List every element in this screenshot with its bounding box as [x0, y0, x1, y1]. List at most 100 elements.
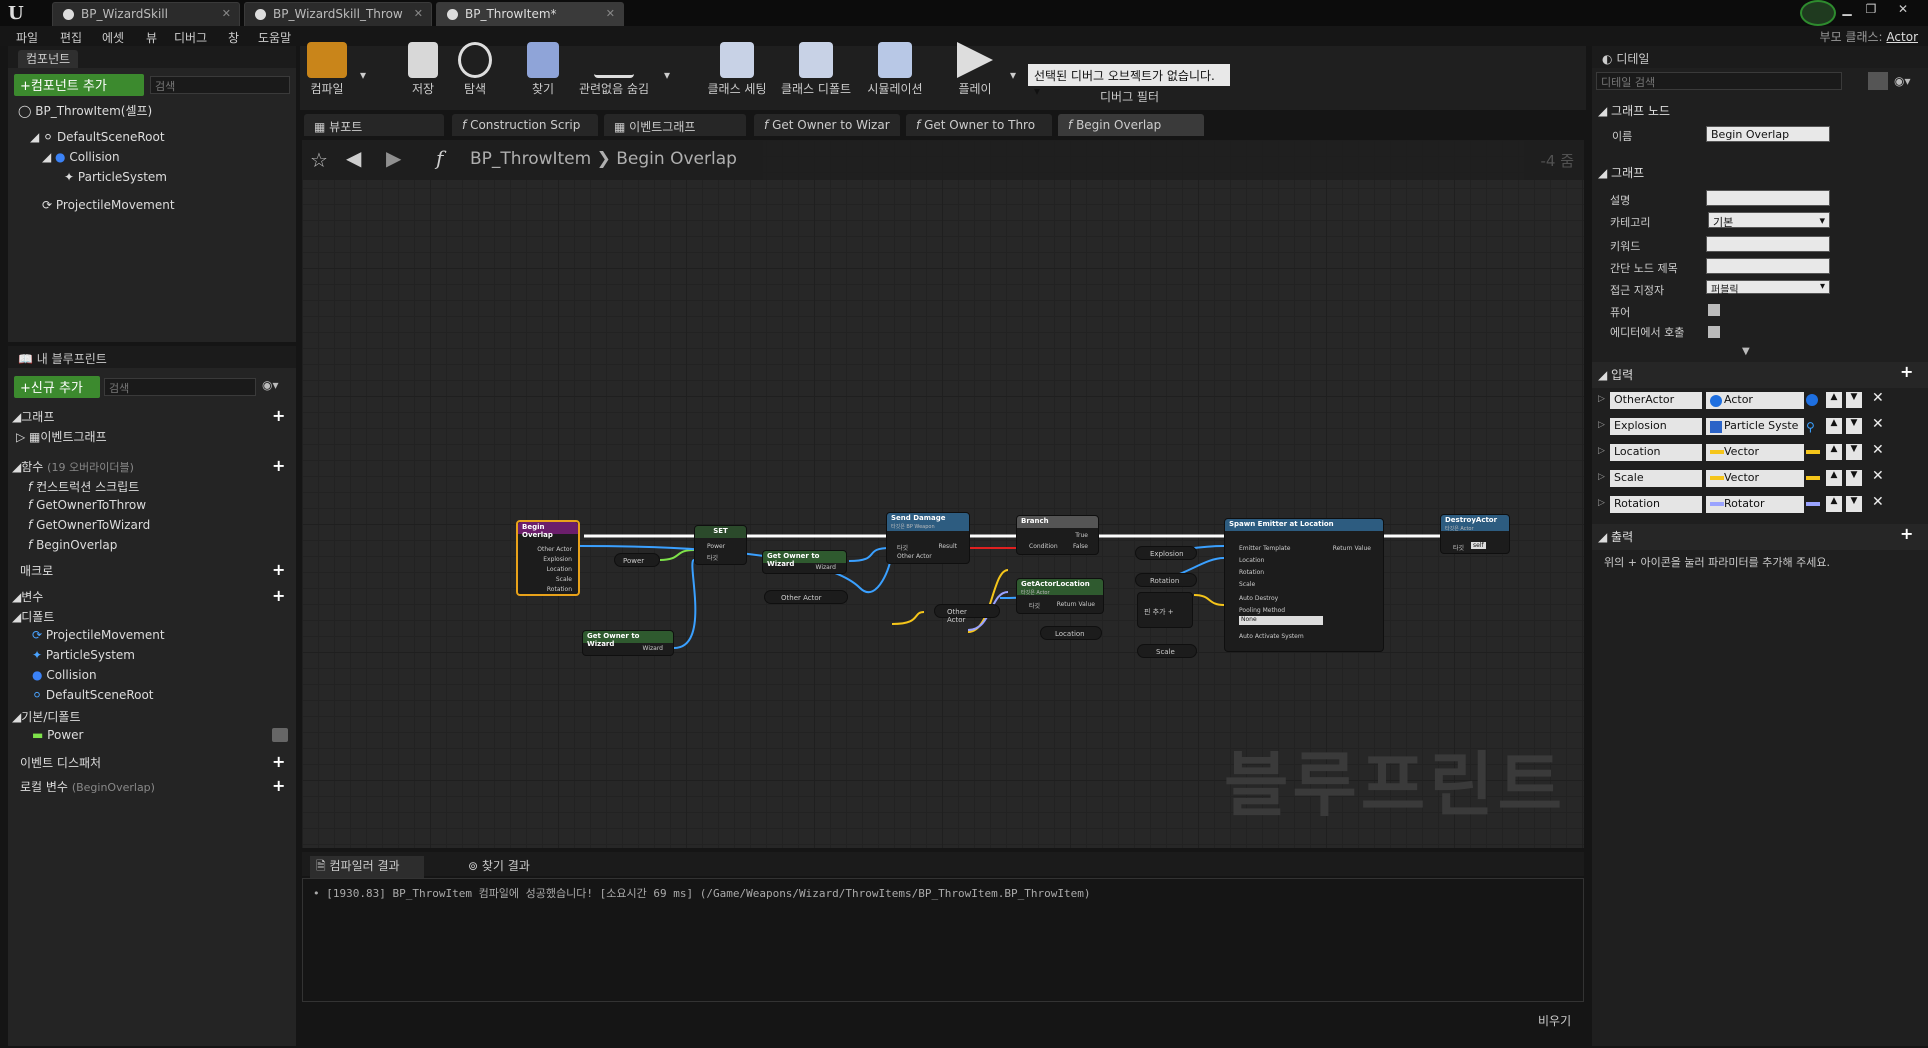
pin-target[interactable]: 타깃: [897, 543, 908, 552]
add-input-icon[interactable]: +: [1900, 362, 1913, 381]
node-scale-getter[interactable]: Scale: [1137, 644, 1197, 658]
breadcrumb-function[interactable]: Begin Overlap: [616, 149, 737, 169]
move-down-icon[interactable]: ▼: [1846, 496, 1862, 512]
menu-help[interactable]: 도움말: [258, 29, 291, 46]
menu-debug[interactable]: 디버그: [174, 29, 207, 46]
menu-window[interactable]: 창: [228, 29, 239, 46]
move-down-icon[interactable]: ▼: [1846, 444, 1862, 460]
menu-view[interactable]: 뷰: [146, 29, 157, 46]
play-options-icon[interactable]: ▾: [1010, 68, 1016, 82]
section-variables[interactable]: ◢변수: [12, 588, 43, 605]
single-variable-icon[interactable]: ⚲: [1806, 420, 1815, 434]
node-other-actor-getter-2[interactable]: Other Actor: [934, 604, 1000, 624]
move-up-icon[interactable]: ▲: [1826, 444, 1842, 460]
hide-unrelated-options-icon[interactable]: ▾: [664, 68, 670, 82]
node-make-add[interactable]: 핀 추가 +: [1137, 592, 1193, 628]
blueprint-search-input[interactable]: 검색: [104, 378, 256, 396]
browse-button[interactable]: 탐색: [452, 42, 498, 106]
var-collision[interactable]: ● Collision: [32, 668, 97, 682]
pin-false[interactable]: False: [1073, 543, 1088, 550]
add-graph-icon[interactable]: +: [272, 406, 285, 425]
single-variable-icon[interactable]: [1806, 476, 1820, 480]
access-specifier-dropdown[interactable]: 퍼블릭 ▾: [1706, 280, 1830, 296]
section-graphs[interactable]: ◢그래프: [12, 408, 54, 425]
pin-return-value[interactable]: Return Value: [1333, 545, 1371, 552]
var-default-scene-root[interactable]: ⚪ DefaultSceneRoot: [32, 688, 154, 702]
tree-collision[interactable]: ◢ ● Collision: [42, 150, 120, 164]
move-up-icon[interactable]: ▲: [1826, 418, 1842, 434]
node-power-getter[interactable]: Power: [614, 553, 660, 567]
parent-class-link[interactable]: Actor: [1886, 30, 1918, 44]
property-matrix-icon[interactable]: [1868, 72, 1888, 90]
tab-compiler-results[interactable]: 🗎 컴파일러 결과: [310, 856, 424, 880]
input-name-field[interactable]: OtherActor: [1610, 392, 1702, 409]
add-local-variable-icon[interactable]: +: [272, 776, 285, 795]
node-get-actor-location[interactable]: GetActorLocation 타깃은 Actor 타깃 Return Valu…: [1016, 578, 1104, 614]
compact-title-field[interactable]: [1706, 258, 1830, 274]
node-branch[interactable]: Branch Condition True False: [1016, 515, 1099, 555]
blueprint-graph-canvas[interactable]: Begin Overlap Other Actor Explosion Loca…: [302, 140, 1584, 848]
close-icon[interactable]: ✕: [606, 7, 615, 20]
component-self[interactable]: ◯ BP_ThrowItem(셀프): [18, 102, 152, 119]
components-search-input[interactable]: 검색: [150, 76, 290, 94]
tab-bp-throwitem[interactable]: BP_ThrowItem* ✕: [436, 2, 624, 26]
move-down-icon[interactable]: ▼: [1846, 392, 1862, 408]
input-name-field[interactable]: Scale: [1610, 470, 1702, 487]
pin-return-value[interactable]: Return Value: [1057, 601, 1095, 608]
expand-advanced-icon[interactable]: ▼: [1742, 346, 1750, 357]
pin-rotation[interactable]: Rotation: [1239, 569, 1264, 576]
details-search-input[interactable]: 디테일 검색: [1596, 72, 1842, 90]
pin-location[interactable]: Location: [547, 566, 572, 573]
single-variable-icon[interactable]: [1806, 450, 1820, 454]
group-default[interactable]: ◢디폴트: [12, 608, 54, 625]
section-event-dispatchers[interactable]: 이벤트 디스패처: [20, 754, 101, 771]
pin-wizard[interactable]: Wizard: [643, 645, 663, 652]
description-field[interactable]: [1706, 190, 1830, 206]
source-control-icon[interactable]: [1800, 0, 1836, 26]
hide-unrelated-button[interactable]: 관련없음 숨김: [576, 42, 652, 106]
tab-find-results[interactable]: ⊚ 찾기 결과: [462, 856, 536, 875]
move-up-icon[interactable]: ▲: [1826, 470, 1842, 486]
remove-input-icon[interactable]: ✕: [1872, 468, 1884, 484]
add-component-button[interactable]: +컴포넌트 추가: [14, 74, 144, 96]
input-name-field[interactable]: Location: [1610, 444, 1702, 461]
expand-icon[interactable]: ▷: [1598, 446, 1605, 456]
pin-wizard[interactable]: Wizard: [816, 564, 836, 571]
pooling-method-dropdown[interactable]: None: [1239, 616, 1323, 625]
node-set-power[interactable]: SET Power 타깃: [694, 525, 747, 565]
keywords-field[interactable]: [1706, 236, 1830, 252]
node-get-owner-to-wizard-2[interactable]: Get Owner to Wizard Wizard: [582, 630, 674, 656]
visibility-icon[interactable]: ◉▾: [1894, 74, 1911, 88]
add-dispatcher-icon[interactable]: +: [272, 752, 285, 771]
section-outputs[interactable]: ◢ 출력: [1598, 528, 1633, 545]
simulation-button[interactable]: 시뮬레이션: [862, 42, 928, 106]
category-dropdown[interactable]: 기본 ▾: [1708, 212, 1830, 229]
remove-input-icon[interactable]: ✕: [1872, 390, 1884, 406]
pin-power[interactable]: Power: [707, 543, 725, 550]
pin-target[interactable]: 타깃: [1029, 601, 1040, 610]
save-button[interactable]: 저장: [400, 42, 446, 106]
favorite-star-icon[interactable]: ☆: [310, 148, 328, 172]
expand-icon[interactable]: ▷: [1598, 394, 1605, 404]
section-graph-node[interactable]: ◢ 그래프 노드: [1598, 102, 1670, 119]
expand-icon[interactable]: ▷: [1598, 498, 1605, 508]
pin-auto-destroy[interactable]: Auto Destroy: [1239, 595, 1278, 602]
node-other-actor-getter-1[interactable]: Other Actor: [764, 590, 848, 604]
pin-scale[interactable]: Scale: [1239, 581, 1255, 588]
move-up-icon[interactable]: ▲: [1826, 392, 1842, 408]
function-construction[interactable]: f 컨스트럭션 스크립트: [28, 478, 139, 495]
breadcrumb-blueprint[interactable]: BP_ThrowItem: [470, 149, 591, 169]
call-in-editor-checkbox[interactable]: [1708, 326, 1720, 338]
item-event-graph[interactable]: ▷ ▦이벤트그래프: [16, 428, 107, 445]
minimize-icon[interactable]: ▁: [1838, 2, 1856, 18]
name-field[interactable]: Begin Overlap: [1706, 126, 1830, 142]
menu-asset[interactable]: 에셋: [102, 29, 124, 46]
tab-viewport[interactable]: ▦ 뷰포트: [304, 114, 444, 136]
node-send-damage[interactable]: Send Damage 타깃은 BP Weapon 타깃 Other Actor …: [886, 512, 970, 564]
class-settings-button[interactable]: 클래스 세팅: [704, 42, 770, 106]
var-power[interactable]: ▬ Power: [32, 728, 83, 742]
tab-construction-script[interactable]: f Construction Scrip: [452, 114, 598, 136]
function-begin-overlap[interactable]: f BeginOverlap: [28, 538, 117, 552]
var-visibility-icon[interactable]: [272, 728, 288, 742]
menu-file[interactable]: 파일: [16, 29, 38, 46]
